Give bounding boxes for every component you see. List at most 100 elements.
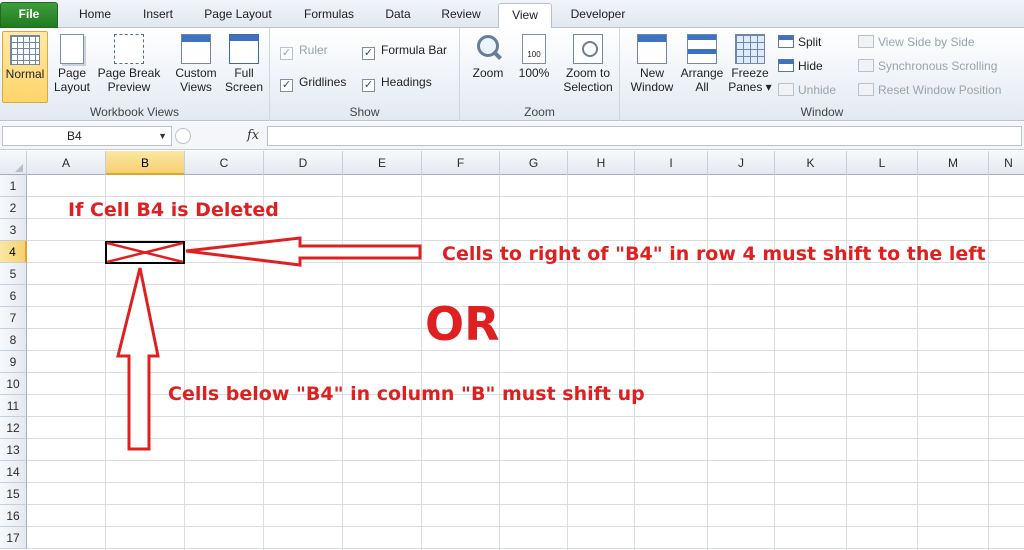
row-header-5[interactable]: 5 xyxy=(0,263,27,285)
tab-developer[interactable]: Developer xyxy=(560,3,636,28)
custom-views-label-2: Views xyxy=(180,80,212,94)
arrange-all-label-2: All xyxy=(695,80,709,94)
zoom-group-label: Zoom xyxy=(524,105,555,119)
row-header-2[interactable]: 2 xyxy=(0,197,27,219)
column-header-g[interactable]: G xyxy=(500,151,568,175)
active-cell-b4[interactable] xyxy=(105,241,185,264)
row-header-9[interactable]: 9 xyxy=(0,351,27,373)
zoom-label: Zoom xyxy=(472,66,504,80)
ruler-label: Ruler xyxy=(299,43,328,57)
page-layout-view-button[interactable]: Page Layout xyxy=(50,31,94,103)
row-header-14[interactable]: 14 xyxy=(0,461,27,483)
column-header-a[interactable]: A xyxy=(27,151,106,175)
column-header-h[interactable]: H xyxy=(568,151,635,175)
synchronous-scrolling-icon xyxy=(858,59,874,72)
tab-data[interactable]: Data xyxy=(374,3,422,28)
annotation-if-deleted: If Cell B4 is Deleted xyxy=(68,199,279,221)
row-header-10[interactable]: 10 xyxy=(0,373,27,395)
headings-check-icon: ✓ xyxy=(362,79,375,92)
freeze-panes-button[interactable]: Freeze Panes ▾ xyxy=(728,31,772,103)
row-header-3[interactable]: 3 xyxy=(0,219,27,241)
split-button[interactable]: Split xyxy=(778,33,821,51)
formula-controls: fx xyxy=(175,126,265,146)
column-header-c[interactable]: C xyxy=(185,151,264,175)
row-header-7[interactable]: 7 xyxy=(0,307,27,329)
row-header-15[interactable]: 15 xyxy=(0,483,27,505)
tab-page-layout[interactable]: Page Layout xyxy=(192,3,284,28)
column-header-n[interactable]: N xyxy=(989,151,1024,175)
row-header-8[interactable]: 8 xyxy=(0,329,27,351)
arrange-all-button[interactable]: Arrange All xyxy=(678,31,726,103)
freeze-panes-icon xyxy=(735,34,765,64)
row-header-1[interactable]: 1 xyxy=(0,175,27,197)
view-side-by-side-button[interactable]: View Side by Side xyxy=(858,33,975,51)
name-box[interactable]: B4 ▼ xyxy=(2,126,172,146)
zoom-100-button[interactable]: 100 100% xyxy=(512,31,556,103)
custom-views-label-1: Custom xyxy=(175,66,217,80)
headings-label: Headings xyxy=(381,75,432,89)
column-header-m[interactable]: M xyxy=(918,151,989,175)
normal-view-button[interactable]: Normal xyxy=(2,31,48,103)
synchronous-scrolling-button[interactable]: Synchronous Scrolling xyxy=(858,57,997,75)
column-header-f[interactable]: F xyxy=(422,151,500,175)
custom-views-button[interactable]: Custom Views xyxy=(170,31,222,103)
formula-bar: B4 ▼ fx xyxy=(0,122,1024,150)
column-header-j[interactable]: J xyxy=(708,151,775,175)
column-header-k[interactable]: K xyxy=(775,151,847,175)
formula-input[interactable] xyxy=(267,126,1022,146)
zoom-button[interactable]: Zoom xyxy=(466,31,510,103)
tab-file[interactable]: File xyxy=(0,2,58,28)
split-label: Split xyxy=(798,35,822,49)
full-screen-icon xyxy=(229,34,259,64)
ruler-checkbox[interactable]: ✓ Ruler xyxy=(280,42,328,60)
chevron-down-icon[interactable]: ▼ xyxy=(158,127,167,145)
row-header-12[interactable]: 12 xyxy=(0,417,27,439)
row-header-17[interactable]: 17 xyxy=(0,527,27,549)
unhide-button[interactable]: Unhide xyxy=(778,81,836,99)
full-screen-label-1: Full xyxy=(234,66,254,80)
select-all-button[interactable] xyxy=(0,151,27,175)
synchronous-scrolling-label: Synchronous Scrolling xyxy=(878,59,998,73)
row-header-6[interactable]: 6 xyxy=(0,285,27,307)
row-header-13[interactable]: 13 xyxy=(0,439,27,461)
column-header-l[interactable]: L xyxy=(847,151,918,175)
tab-view[interactable]: View xyxy=(498,3,552,29)
page-layout-icon xyxy=(60,34,84,64)
unhide-icon xyxy=(778,83,794,96)
row-header-4[interactable]: 4 xyxy=(0,241,27,263)
name-box-value: B4 xyxy=(67,129,82,143)
zoom-to-selection-button[interactable]: Zoom to Selection xyxy=(558,31,618,103)
row-header-16[interactable]: 16 xyxy=(0,505,27,527)
hide-button[interactable]: Hide xyxy=(778,57,823,75)
new-window-button[interactable]: New Window xyxy=(624,31,680,103)
window-group: New Window Arrange All Freeze Panes ▾ Sp… xyxy=(620,28,1024,121)
reset-window-position-button[interactable]: Reset Window Position xyxy=(858,81,1001,99)
ribbon-tab-bar: File Home Insert Page Layout Formulas Da… xyxy=(0,0,1024,29)
column-header-d[interactable]: D xyxy=(264,151,343,175)
formula-bar-checkbox[interactable]: ✓ Formula Bar xyxy=(362,42,447,60)
ribbon: Normal Page Layout Page Break Preview Cu… xyxy=(0,28,1024,121)
workbook-views-group: Normal Page Layout Page Break Preview Cu… xyxy=(0,28,270,121)
headings-checkbox[interactable]: ✓ Headings xyxy=(362,74,432,92)
tab-insert[interactable]: Insert xyxy=(130,3,186,28)
insert-function-button[interactable]: fx xyxy=(247,126,259,146)
cell-area[interactable] xyxy=(27,175,1024,550)
show-group: ✓ Ruler ✓ Gridlines ✓ Formula Bar ✓ Headings… xyxy=(270,28,460,121)
zoom-100-label: 100% xyxy=(518,66,550,80)
new-window-label-1: New xyxy=(639,66,664,80)
ruler-check-icon: ✓ xyxy=(280,47,293,60)
tab-home[interactable]: Home xyxy=(66,3,124,28)
tab-review[interactable]: Review xyxy=(430,3,492,28)
new-window-icon xyxy=(637,34,667,64)
column-header-i[interactable]: I xyxy=(635,151,708,175)
expand-circle-icon[interactable] xyxy=(175,128,191,144)
row-header-11[interactable]: 11 xyxy=(0,395,27,417)
column-header-b[interactable]: B xyxy=(106,151,185,175)
page-break-preview-button[interactable]: Page Break Preview xyxy=(96,31,162,103)
tab-formulas[interactable]: Formulas xyxy=(292,3,366,28)
hide-icon xyxy=(778,59,794,72)
column-header-e[interactable]: E xyxy=(343,151,422,175)
full-screen-button[interactable]: Full Screen xyxy=(222,31,266,103)
gridlines-checkbox[interactable]: ✓ Gridlines xyxy=(280,74,346,92)
freeze-panes-label-1: Freeze xyxy=(731,66,769,80)
